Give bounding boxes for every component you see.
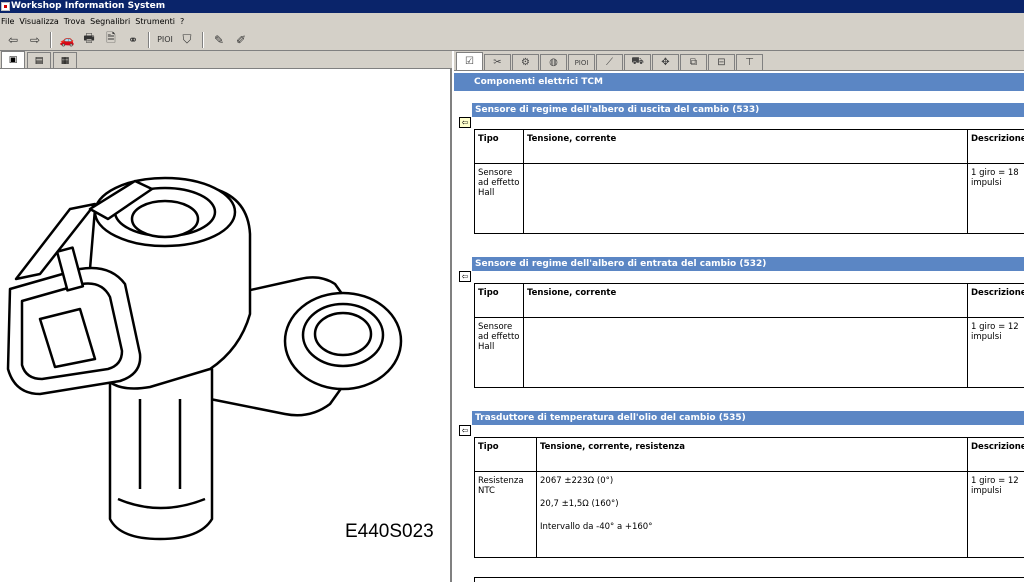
back-link-icon[interactable]: ⇦ (459, 117, 471, 128)
table-header-row: Tipo Tensione, corrente, resistenza Desc… (474, 437, 1024, 472)
tab-parts[interactable]: ⧉ (680, 54, 707, 70)
thumbnail-icon: ▦ (60, 55, 70, 66)
resistance-value: 2067 ±223Ω (0°) (540, 476, 614, 486)
menu-bookmarks[interactable]: Segnalibri (89, 17, 134, 26)
tab-document[interactable]: ▤ (27, 52, 51, 68)
print-icon[interactable]: 🖶 (78, 30, 100, 50)
cell-type: Sensore ad effetto Hall (474, 163, 524, 234)
tab-thumbnail[interactable]: ▦ (53, 52, 77, 68)
pencil-icon[interactable]: ✎ (208, 30, 230, 50)
section-title: Sensore di regime dell'albero di uscita … (472, 103, 1024, 117)
toolbar-separator (50, 31, 52, 48)
spec-table: Tipo Tensione, corrente, resistenza Desc… (474, 437, 1024, 558)
column-header-type: Tipo (474, 283, 524, 318)
column-header-value: Tensione, corrente, resistenza (536, 437, 968, 472)
binoculars-icon[interactable]: ⚭ (122, 30, 144, 50)
column-header-value: Tensione, corrente (523, 283, 968, 318)
stamp-icon[interactable]: ⛉ (176, 30, 198, 50)
menu-find[interactable]: Trova (63, 17, 89, 26)
cell-description: 1 giro = 12 impulsi (967, 471, 1024, 558)
toolbar: ⇦ ⇨ 🚗 🖶 🗎 ⚭ PIOI ⛉ ✎ ✐ (0, 29, 1024, 51)
document-icon: ▤ (34, 55, 44, 66)
tab-illustration[interactable]: ▣ (1, 51, 25, 68)
back-link-icon[interactable]: ⇦ (459, 425, 471, 436)
figure-label: E440S023 (345, 521, 434, 542)
cell-value: 2067 ±223Ω (0°) 20,7 ±1,5Ω (160°) Interv… (536, 471, 968, 558)
column-header-description: Descrizione (967, 437, 1024, 472)
illustration-pane: E440S023 (0, 69, 452, 582)
tab-move[interactable]: ✥ (652, 54, 679, 70)
next-table-edge (474, 577, 1024, 582)
tab-diagnostics[interactable]: ◍ (540, 54, 567, 70)
tab-lift[interactable]: ⊤ (736, 54, 763, 70)
tab-components[interactable]: ⚙ (512, 54, 539, 70)
note-icon[interactable]: ✐ (230, 30, 252, 50)
cell-type: Sensore ad effetto Hall (474, 317, 524, 388)
tab-tools[interactable]: ⟋ (596, 54, 623, 70)
cell-value (523, 163, 968, 234)
tab-vehicle[interactable]: ⛟ (624, 54, 651, 70)
content-pane: Componenti elettrici TCM Sensore di regi… (454, 71, 1024, 582)
cell-description: 1 giro = 18 impulsi (967, 163, 1024, 234)
image-icon: ▣ (8, 55, 18, 65)
table-row: Sensore ad effetto Hall 1 giro = 18 impu… (474, 163, 1024, 234)
sensor-illustration (6, 176, 403, 541)
menu-tools[interactable]: Strumenti (134, 17, 179, 26)
forward-arrow-icon[interactable]: ⇨ (24, 30, 46, 50)
range-value: Intervallo da -40° a +160° (540, 522, 653, 532)
tab-specs[interactable]: ☑ (456, 52, 483, 70)
tab-wrench[interactable]: ✂ (484, 54, 511, 70)
table-row: Sensore ad effetto Hall 1 giro = 12 impu… (474, 317, 1024, 388)
back-arrow-icon[interactable]: ⇦ (2, 30, 24, 50)
resistance-value: 20,7 ±1,5Ω (160°) (540, 499, 619, 509)
tab-pioi[interactable]: PIOI (568, 54, 595, 70)
tab-list[interactable]: ⊟ (708, 54, 735, 70)
spec-table: Tipo Tensione, corrente Descrizione Sens… (474, 283, 1024, 388)
menu-file[interactable]: File (0, 17, 18, 26)
column-header-type: Tipo (474, 129, 524, 164)
toolbar-separator (202, 31, 204, 48)
column-header-description: Descrizione (967, 129, 1024, 164)
pi-oi-button[interactable]: PIOI (154, 30, 176, 50)
column-header-value: Tensione, corrente (523, 129, 968, 164)
page-title: Componenti elettrici TCM (454, 73, 1024, 91)
window-title: Workshop Information System (11, 1, 166, 11)
title-bar: Workshop Information System (0, 0, 1024, 13)
cell-description: 1 giro = 12 impulsi (967, 317, 1024, 388)
column-header-description: Descrizione (967, 283, 1024, 318)
table-row: Resistenza NTC 2067 ±223Ω (0°) 20,7 ±1,5… (474, 471, 1024, 558)
back-link-icon[interactable]: ⇦ (459, 271, 471, 282)
cell-value (523, 317, 968, 388)
table-header-row: Tipo Tensione, corrente Descrizione (474, 129, 1024, 164)
app-icon (1, 2, 10, 11)
menu-bar: File Visualizza Trova Segnalibri Strumen… (0, 13, 1024, 29)
toolbar-separator (148, 31, 150, 48)
left-tab-strip: ▣ ▤ ▦ (0, 51, 452, 69)
save-icon[interactable]: 🗎 (100, 30, 122, 50)
section-title: Trasduttore di temperatura dell'olio del… (472, 411, 1024, 425)
cell-type: Resistenza NTC (474, 471, 537, 558)
table-header-row: Tipo Tensione, corrente Descrizione (474, 283, 1024, 318)
column-header-type: Tipo (474, 437, 537, 472)
menu-help[interactable]: ? (179, 17, 188, 26)
menu-view[interactable]: Visualizza (18, 17, 62, 26)
right-tab-strip: ☑ ✂ ⚙ ◍ PIOI ⟋ ⛟ ✥ ⧉ ⊟ ⊤ (454, 51, 1024, 71)
section-title: Sensore di regime dell'albero di entrata… (472, 257, 1024, 271)
car-icon[interactable]: 🚗 (56, 30, 78, 50)
spec-table: Tipo Tensione, corrente Descrizione Sens… (474, 129, 1024, 234)
